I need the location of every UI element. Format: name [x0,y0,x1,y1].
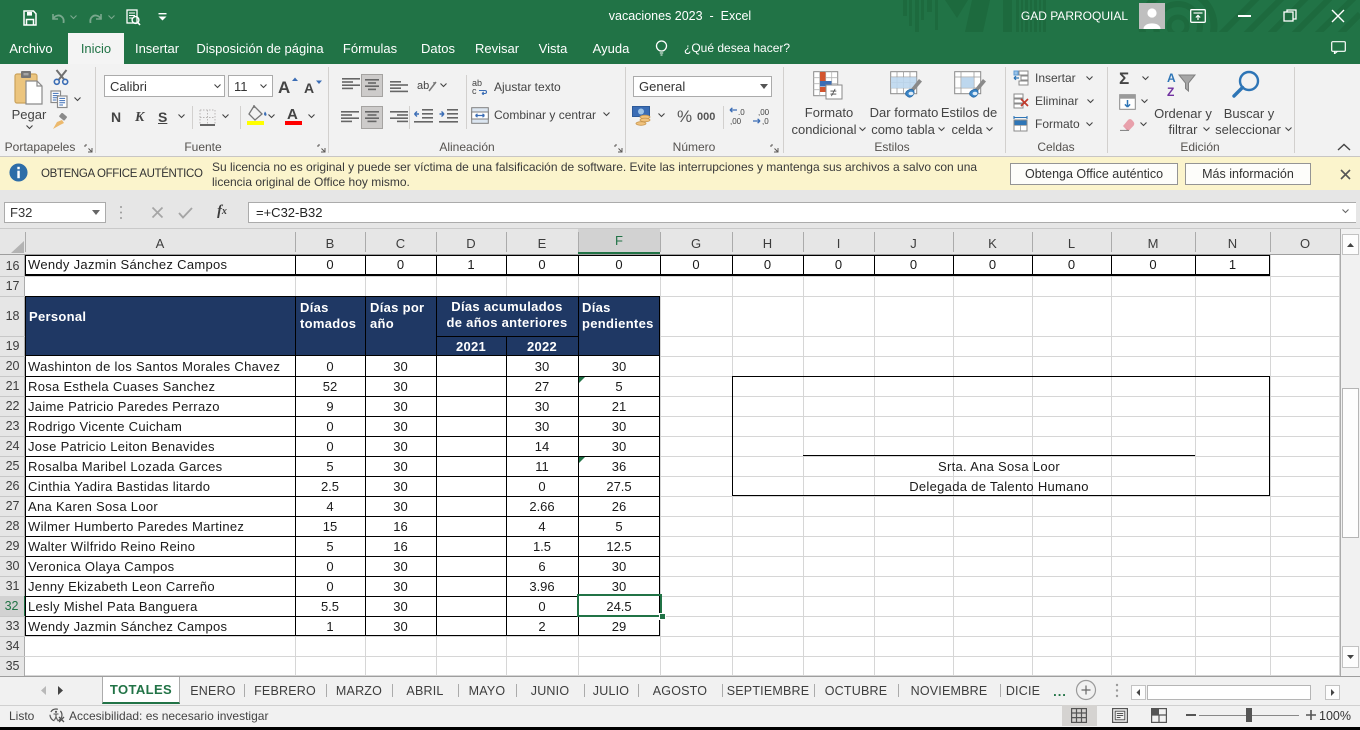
svg-text:c: c [472,86,477,95]
svg-text:,00: ,00 [730,117,742,125]
svg-text:A: A [1167,71,1176,85]
svg-text:≠: ≠ [830,86,837,100]
svg-text:.0: .0 [738,108,745,117]
svg-text:,00: ,00 [758,108,770,117]
svg-text:A: A [278,78,290,96]
svg-text:Z: Z [1167,85,1174,99]
svg-text:,0: ,0 [762,117,769,125]
svg-text:A: A [304,80,314,96]
svg-text:ab: ab [417,80,429,92]
